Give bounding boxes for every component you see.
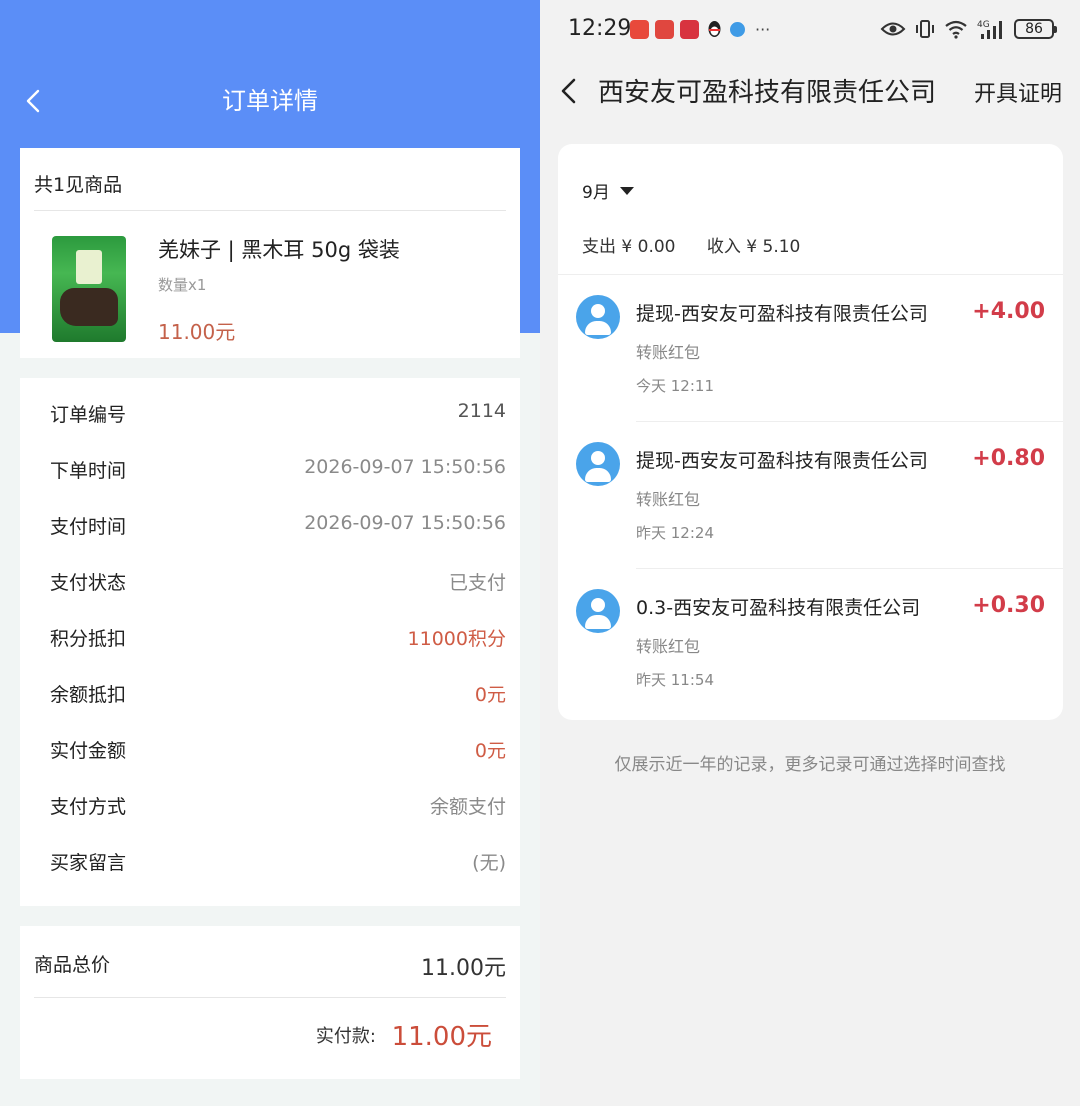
product-price: 11.00元	[158, 320, 236, 344]
info-value: 2114	[457, 400, 506, 422]
transaction-type: 转账红包	[636, 490, 701, 509]
avatar-head	[591, 304, 605, 318]
info-label: 订单编号	[50, 404, 127, 426]
transaction-amount: +4.00	[972, 299, 1045, 324]
transaction-time: 昨天 11:54	[636, 671, 714, 689]
transaction-item[interactable]: 提现-西安友可盈科技有限责任公司 +4.00 转账红包 今天 12:11	[558, 275, 1063, 422]
info-value: (无)	[472, 852, 506, 874]
month-label: 9月	[582, 183, 610, 203]
info-value: 已支付	[448, 572, 506, 594]
status-bar: 12:29 ··· 4G 86	[540, 0, 1080, 60]
info-row-pay-method: 支付方式 余额支付	[20, 778, 520, 834]
info-value: 余额支付	[429, 796, 506, 818]
battery-icon: 86	[1014, 19, 1057, 39]
transaction-title: 提现-西安友可盈科技有限责任公司	[636, 450, 928, 472]
blue-app-icon	[730, 22, 745, 37]
total-card: 商品总价 11.00元 实付款: 11.00元	[20, 926, 520, 1079]
signal-4g-icon: 4G	[977, 20, 1002, 39]
user-avatar-icon	[576, 295, 620, 339]
issue-certificate-button[interactable]: 开具证明	[974, 76, 1062, 108]
transaction-type: 转账红包	[636, 343, 701, 362]
transaction-item[interactable]: 提现-西安友可盈科技有限责任公司 +0.80 转账红包 昨天 12:24	[558, 422, 1063, 569]
goods-card: 共1见商品 羌妹子 | 黑木耳 50g 袋装 数量x1 11.00元	[20, 148, 520, 358]
battery-level: 86	[1025, 21, 1043, 37]
income-total: 收入 ¥ 5.10	[706, 237, 801, 257]
info-row-pay-status: 支付状态 已支付	[20, 554, 520, 610]
expense-total: 支出 ¥ 0.00	[582, 237, 676, 257]
bill-list-screen: 12:29 ··· 4G 86 西安友可盈科技有限责任公司 开具证明 9月 支出…	[540, 0, 1080, 1106]
avatar-head	[591, 451, 605, 465]
divider	[34, 997, 506, 998]
notification-icons: ···	[630, 20, 770, 39]
wifi-icon	[945, 20, 967, 39]
more-notifications-icon: ···	[755, 20, 771, 39]
bill-card: 9月 支出 ¥ 0.00 收入 ¥ 5.10 提现-西安友可盈科技有限责任公司 …	[558, 144, 1063, 720]
actual-pay-label: 实付款:	[315, 1026, 376, 1047]
info-row-actual-amount: 实付金额 0元	[20, 722, 520, 778]
product-image[interactable]	[52, 236, 126, 342]
goods-total-label: 商品总价	[34, 954, 111, 976]
product-name[interactable]: 羌妹子 | 黑木耳 50g 袋装	[158, 234, 400, 264]
info-value: 2026-09-07 15:50:56	[304, 512, 506, 534]
order-detail-screen: 订单详情 共1见商品 羌妹子 | 黑木耳 50g 袋装 数量x1 11.00元 …	[0, 0, 540, 1106]
info-label: 实付金额	[50, 740, 127, 762]
month-selector[interactable]: 9月	[582, 178, 634, 203]
info-row-buyer-message: 买家留言 (无)	[20, 834, 520, 890]
red-app-icon	[655, 20, 674, 39]
red-app-icon	[680, 20, 699, 39]
goods-count-label: 共1见商品	[34, 174, 123, 196]
eye-icon	[880, 22, 906, 36]
avatar-body	[585, 321, 611, 335]
network-type-label: 4G	[977, 20, 990, 30]
info-row-points-deduction: 积分抵扣 11000积分	[20, 610, 520, 666]
info-row-pay-time: 支付时间 2026-09-07 15:50:56	[20, 498, 520, 554]
avatar-head	[591, 598, 605, 612]
back-arrow-icon[interactable]	[558, 76, 580, 106]
transaction-title: 0.3-西安友可盈科技有限责任公司	[636, 597, 921, 619]
user-avatar-icon	[576, 589, 620, 633]
transaction-amount: +0.80	[972, 446, 1045, 471]
avatar-body	[585, 615, 611, 629]
info-label: 支付状态	[50, 572, 127, 594]
product-label-shape	[76, 250, 102, 284]
info-label: 余额抵扣	[50, 684, 127, 706]
info-value: 2026-09-07 15:50:56	[304, 456, 506, 478]
transaction-time: 今天 12:11	[636, 377, 714, 395]
records-note: 仅展示近一年的记录，更多记录可通过选择时间查找	[614, 755, 1006, 775]
info-value: 11000积分	[407, 628, 506, 650]
info-row-order-number: 订单编号 2114	[20, 386, 520, 442]
info-row-order-time: 下单时间 2026-09-07 15:50:56	[20, 442, 520, 498]
info-label: 支付时间	[50, 516, 127, 538]
divider	[34, 210, 506, 211]
info-label: 支付方式	[50, 796, 127, 818]
dropdown-triangle-icon	[619, 186, 634, 195]
info-label: 积分抵扣	[50, 628, 127, 650]
info-row-balance-deduction: 余额抵扣 0元	[20, 666, 520, 722]
product-contents-shape	[60, 288, 118, 326]
transaction-amount: +0.30	[972, 593, 1045, 618]
page-title: 订单详情	[222, 87, 318, 115]
month-summary: 支出 ¥ 0.00 收入 ¥ 5.10	[582, 232, 826, 257]
transaction-item[interactable]: 0.3-西安友可盈科技有限责任公司 +0.30 转账红包 昨天 11:54	[558, 569, 1063, 716]
product-quantity: 数量x1	[158, 276, 207, 294]
info-label: 下单时间	[50, 460, 127, 482]
status-time: 12:29	[568, 16, 632, 41]
system-icons: 4G 86	[880, 18, 1057, 40]
company-title: 西安友可盈科技有限责任公司	[598, 78, 937, 108]
avatar-body	[585, 468, 611, 482]
transaction-type: 转账红包	[636, 637, 701, 656]
transaction-time: 昨天 12:24	[636, 524, 714, 542]
actual-pay-value: 11.00元	[391, 1022, 492, 1052]
red-app-icon	[630, 20, 649, 39]
order-info-card: 订单编号 2114 下单时间 2026-09-07 15:50:56 支付时间 …	[20, 378, 520, 906]
nav-bar: 西安友可盈科技有限责任公司 开具证明	[540, 62, 1080, 118]
vibrate-icon	[916, 20, 934, 38]
user-avatar-icon	[576, 442, 620, 486]
info-value: 0元	[474, 740, 506, 762]
info-label: 买家留言	[50, 852, 127, 874]
info-value: 0元	[474, 684, 506, 706]
goods-total-value: 11.00元	[421, 956, 506, 981]
transaction-title: 提现-西安友可盈科技有限责任公司	[636, 303, 928, 325]
qq-icon	[708, 21, 721, 37]
